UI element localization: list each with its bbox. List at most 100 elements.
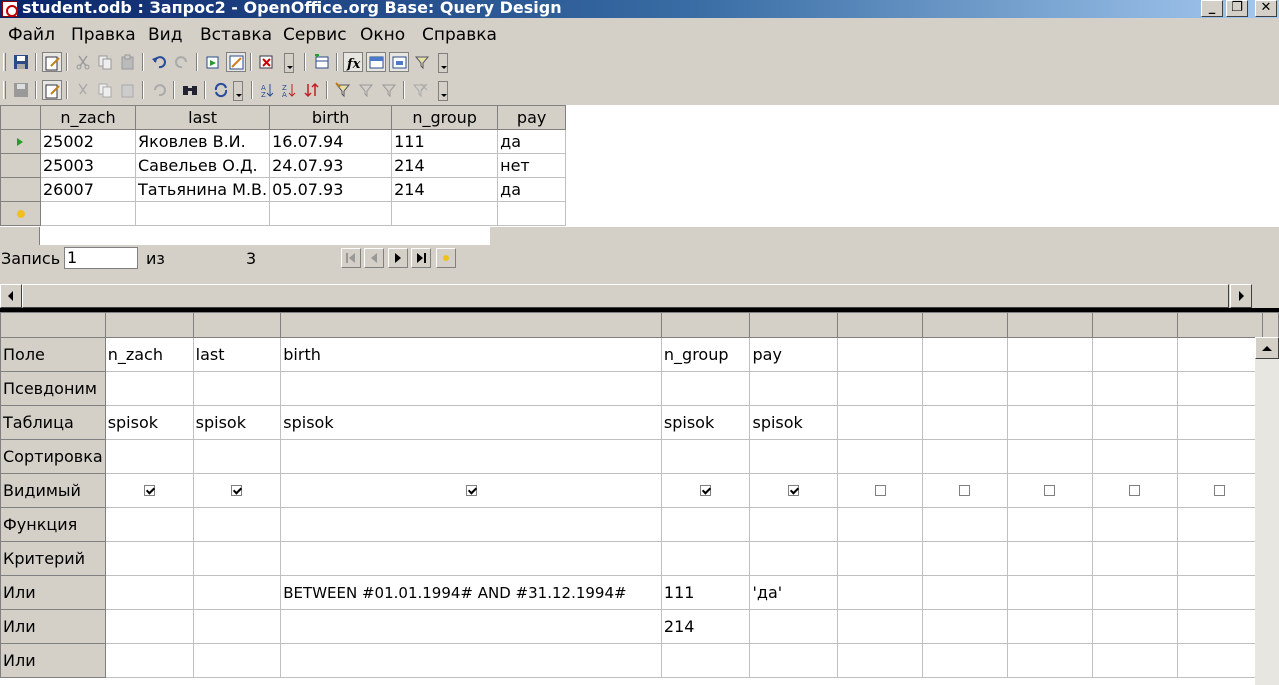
criteria-cell[interactable] (1006, 541, 1093, 576)
cell[interactable]: 111 (391, 129, 499, 154)
menu-help[interactable]: Справка (422, 25, 497, 45)
undo-record-icon[interactable] (149, 80, 169, 100)
scroll-thumb[interactable] (22, 284, 1229, 308)
field-cell[interactable] (1176, 337, 1263, 372)
cell[interactable]: нет (497, 153, 567, 178)
alias-cell[interactable] (922, 371, 1008, 406)
function-cell[interactable] (192, 507, 282, 542)
alias-cell[interactable] (749, 371, 839, 406)
column-header[interactable]: pay (497, 105, 567, 130)
cell[interactable] (269, 201, 393, 226)
column-header[interactable]: n_group (391, 105, 499, 130)
previous-record-button[interactable] (364, 248, 384, 268)
or-cell[interactable] (749, 643, 839, 678)
sort-cell[interactable] (922, 439, 1008, 474)
apply-filter-icon[interactable] (356, 80, 376, 100)
next-record-button[interactable] (388, 248, 408, 268)
row-selector[interactable] (0, 177, 41, 202)
alias-icon[interactable] (389, 52, 409, 72)
design-view-toggle-icon[interactable] (226, 52, 246, 72)
criteria-cell[interactable] (749, 541, 839, 576)
or-cell[interactable] (192, 643, 282, 678)
cut-icon[interactable] (73, 52, 93, 72)
sort-cell[interactable] (660, 439, 751, 474)
column-selector[interactable] (192, 312, 282, 338)
column-header[interactable]: last (134, 105, 271, 130)
remove-filter-icon[interactable] (410, 80, 430, 100)
menu-view[interactable]: Вид (148, 25, 182, 45)
sort-cell[interactable] (192, 439, 282, 474)
function-cell[interactable] (1091, 507, 1178, 542)
sort-cell[interactable] (1091, 439, 1178, 474)
column-selector[interactable] (749, 312, 839, 338)
or-cell[interactable] (192, 609, 282, 644)
field-cell[interactable] (1091, 337, 1178, 372)
column-selector[interactable] (1091, 312, 1178, 338)
save-icon[interactable] (11, 52, 31, 72)
toolbar-grip[interactable] (3, 53, 6, 71)
column-header[interactable]: birth (269, 105, 393, 130)
column-selector[interactable] (1176, 312, 1263, 338)
function-cell[interactable] (1176, 507, 1263, 542)
alias-cell[interactable] (1176, 371, 1263, 406)
visible-checkbox[interactable] (143, 485, 155, 496)
cell[interactable]: 05.07.93 (269, 177, 393, 202)
or-cell[interactable] (1006, 643, 1093, 678)
or-cell[interactable] (749, 609, 839, 644)
cell[interactable]: 25002 (40, 129, 136, 154)
or-cell[interactable] (1176, 609, 1263, 644)
undo-icon[interactable] (149, 52, 169, 72)
or-cell[interactable] (922, 575, 1008, 610)
paste-icon[interactable] (118, 52, 138, 72)
add-table-icon[interactable] (312, 52, 332, 72)
or-cell[interactable]: 111 (660, 575, 751, 610)
sort-descending-icon[interactable]: ZA (279, 80, 299, 100)
alias-cell[interactable] (1091, 371, 1178, 406)
openoffice-base-icon[interactable] (2, 1, 18, 17)
table-cell[interactable]: spisok (660, 405, 751, 440)
column-selector[interactable] (660, 312, 751, 338)
criteria-cell[interactable] (922, 541, 1008, 576)
field-cell[interactable] (837, 337, 924, 372)
sort-icon[interactable] (302, 80, 322, 100)
menu-edit[interactable]: Правка (71, 25, 136, 45)
column-selector[interactable] (922, 312, 1008, 338)
or-cell[interactable] (1091, 643, 1178, 678)
function-cell[interactable] (749, 507, 839, 542)
or-cell[interactable] (104, 643, 194, 678)
alias-cell[interactable] (660, 371, 751, 406)
table-cell[interactable] (922, 405, 1008, 440)
criteria-cell[interactable] (1176, 541, 1263, 576)
cell[interactable]: 26007 (40, 177, 136, 202)
column-header[interactable]: n_zach (40, 105, 136, 130)
criteria-cell[interactable] (660, 541, 751, 576)
last-record-button[interactable] (411, 248, 431, 268)
cell[interactable]: да (497, 129, 567, 154)
alias-cell[interactable] (192, 371, 282, 406)
toolbar1-overflow[interactable] (438, 53, 448, 73)
table-cell[interactable]: spisok (280, 405, 662, 440)
or-cell[interactable] (1091, 575, 1178, 610)
or-cell[interactable] (922, 609, 1008, 644)
clear-dropdown[interactable] (284, 53, 294, 73)
visible-checkbox[interactable] (1044, 485, 1056, 496)
table-row[interactable]: 25002 Яковлев В.И. 16.07.94 111 да (0, 129, 567, 154)
or-cell[interactable] (660, 643, 751, 678)
cut-icon[interactable] (73, 80, 93, 100)
field-cell[interactable] (1006, 337, 1093, 372)
or-cell[interactable]: BETWEEN #01.01.1994# AND #31.12.1994# (280, 575, 662, 610)
table-cell[interactable]: spisok (749, 405, 839, 440)
sort-cell[interactable] (280, 439, 662, 474)
clear-query-icon[interactable] (257, 52, 277, 72)
or-cell[interactable]: 'да' (749, 575, 839, 610)
standard-filter-icon[interactable] (379, 80, 399, 100)
menu-tools[interactable]: Сервис (283, 25, 347, 45)
or-cell[interactable] (104, 575, 194, 610)
or-cell[interactable] (1091, 609, 1178, 644)
scroll-up-button[interactable] (1255, 337, 1279, 359)
visible-checkbox[interactable] (1214, 485, 1226, 496)
cell[interactable]: 214 (391, 153, 499, 178)
refresh-dropdown[interactable] (233, 81, 243, 101)
criteria-cell[interactable] (104, 541, 194, 576)
minimize-button[interactable]: _ (1201, 0, 1223, 17)
